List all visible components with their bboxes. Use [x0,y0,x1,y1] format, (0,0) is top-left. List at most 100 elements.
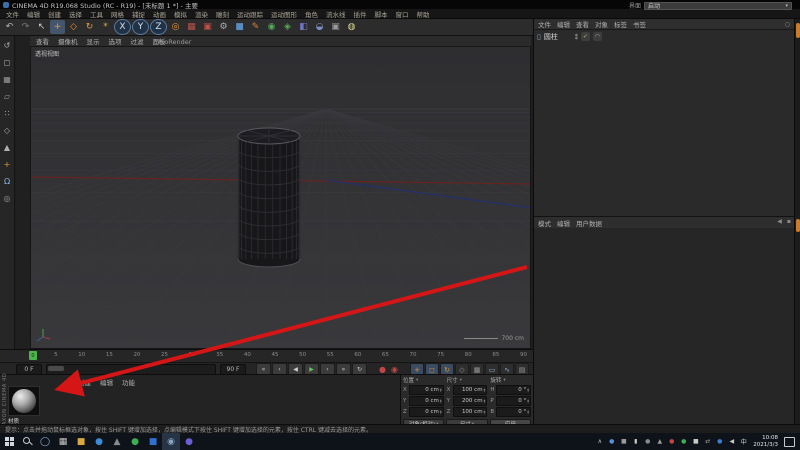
material-item[interactable]: 材质 [8,386,40,425]
task-view-icon[interactable]: ▦ [54,433,72,450]
stepper-icon[interactable]: ▴ ▾ [484,398,486,404]
tray-defender-icon[interactable]: ● [606,433,617,450]
live-selection-tool[interactable]: ↖ [34,20,49,34]
menu-item[interactable]: 流水线 [322,9,350,19]
interface-dropdown[interactable]: 启动 ▾ [644,1,792,10]
lock-y-axis[interactable]: Y [132,19,149,35]
stepper-icon[interactable]: ▴ ▾ [484,387,486,393]
spline-pen-button[interactable]: ✎ [248,20,263,34]
attribute-manager-menu-item[interactable]: 模式 [538,218,551,228]
object-row[interactable]: ▯ 圆柱 ● ● ✓ ◠ [534,30,795,43]
rotate-tool[interactable]: ↻ [82,20,97,34]
attribute-manager-menu-item[interactable]: 编辑 [557,218,570,228]
store-app-icon[interactable]: ■ [144,433,162,450]
prorender-menu-item[interactable]: ProRender [158,38,191,46]
menu-item[interactable]: 选择 [65,9,86,19]
display-check-tag-icon[interactable]: ✓ [580,32,590,41]
tray-cloud-icon[interactable]: ● [642,433,653,450]
menu-item[interactable]: 动画 [149,9,170,19]
menu-item[interactable]: 模拟 [170,9,191,19]
object-manager-menu-item[interactable]: 对象 [595,19,608,29]
menu-item[interactable]: 网格 [107,9,128,19]
menu-item[interactable]: 脚本 [371,9,392,19]
size-header[interactable]: 尺寸 ▾ [447,376,488,385]
view-label[interactable]: 透视视图 [35,49,59,58]
object-manager[interactable]: ▯ 圆柱 ● ● ✓ ◠ [534,30,795,216]
object-manager-menu-item[interactable]: 书签 [633,19,646,29]
timeline-playhead[interactable]: 0 [29,351,37,360]
menu-item[interactable]: 角色 [301,9,322,19]
position-y-field[interactable]: 0 cm ▴ ▾ [409,396,444,406]
stepper-icon[interactable]: ▴ ▾ [527,398,529,404]
size-z-field[interactable]: 100 cm ▴ ▾ [452,407,488,417]
tray-green-icon[interactable]: ● [678,433,689,450]
viewport-menu-item[interactable]: 查看 [36,36,49,46]
tray-ime-icon[interactable]: 中 [738,433,749,450]
tray-mic-icon[interactable]: ▮ [630,433,641,450]
lock-icon[interactable]: ▪ [787,218,791,225]
last-used-tool[interactable]: * [98,20,113,34]
file-explorer-icon[interactable]: ■ [72,433,90,450]
stepper-icon[interactable]: ▴ ▾ [527,387,529,393]
wechat-icon[interactable]: ● [126,433,144,450]
lock-x-axis[interactable]: X [114,19,131,35]
tray-volume-icon[interactable]: ◀ [726,433,737,450]
visibility-dots[interactable]: ● ● [575,33,578,40]
light-button[interactable]: ◍ [344,20,359,34]
viewport-menu-item[interactable]: 选项 [109,36,122,46]
tray-sync-icon[interactable]: ⇄ [702,433,713,450]
move-tool[interactable]: + [50,20,65,34]
menu-item[interactable]: 文件 [2,9,23,19]
object-manager-menu-item[interactable]: 编辑 [557,19,570,29]
render-view-button[interactable]: ▦ [184,20,199,34]
material-menu-item[interactable]: 创建 [78,377,91,387]
render-settings-button[interactable]: ⚙ [216,20,231,34]
edges-mode-button[interactable]: ◇ [1,125,14,137]
menu-item[interactable]: 雕刻 [212,9,233,19]
menu-item[interactable]: 工具 [86,9,107,19]
stepper-icon[interactable]: ▴ ▾ [527,409,529,415]
tray-update-icon[interactable]: ▲ [654,433,665,450]
make-editable-button[interactable]: ↺ [1,40,14,52]
stepper-icon[interactable]: ▴ ▾ [440,409,442,415]
misc-app-icon[interactable]: ● [180,433,198,450]
polygons-mode-button[interactable]: ▲ [1,142,14,154]
attribute-manager-menu-item[interactable]: 用户数据 [576,218,602,228]
enable-snap-button[interactable]: Ω [1,176,14,188]
start-button[interactable] [0,433,18,450]
rotation-h-field[interactable]: 0 ° ▴ ▾ [496,385,532,395]
stepper-icon[interactable]: ▴ ▾ [484,409,486,415]
viewport-menu-item[interactable]: 摄像机 [58,36,78,46]
viewport-menu-item[interactable]: 过滤 [131,36,144,46]
viewport-menu-item[interactable]: 显示 [87,36,100,46]
object-manager-menu-item[interactable]: 查看 [576,19,589,29]
menu-item[interactable]: 帮助 [413,9,434,19]
history-back-icon[interactable]: ◀ [777,218,782,225]
object-manager-menu-item[interactable]: 标签 [614,19,627,29]
rotation-header[interactable]: 旋转 ▾ [490,376,531,385]
menu-item[interactable]: 运动跟踪 [233,9,267,19]
position-header[interactable]: 位置 ▾ [403,376,444,385]
phong-tag-icon[interactable]: ◠ [592,32,602,41]
position-x-field[interactable]: 0 cm ▴ ▾ [409,385,444,395]
tray-display-icon[interactable]: ■ [618,433,629,450]
scale-tool[interactable]: ◇ [66,20,81,34]
texture-mode-button[interactable]: ▦ [1,74,14,86]
menu-item[interactable]: 窗口 [392,9,413,19]
range-slider-handle[interactable] [48,366,64,371]
stepper-icon[interactable]: ▴ ▾ [440,398,442,404]
redo-button[interactable]: ↷ [18,20,33,34]
material-thumbnail[interactable] [8,386,40,416]
stepper-icon[interactable]: ▴ ▾ [440,387,442,393]
taskbar-search-button[interactable] [18,433,36,450]
browser-icon[interactable]: ● [90,433,108,450]
size-y-field[interactable]: 200 cm ▴ ▾ [452,396,488,406]
menu-item[interactable]: 捕捉 [128,9,149,19]
camera-button[interactable]: ▣ [328,20,343,34]
tray-network-icon[interactable]: ● [714,433,725,450]
menu-item[interactable]: 编辑 [23,9,44,19]
tray-chat-icon[interactable]: ■ [690,433,701,450]
primitive-cube-button[interactable]: ■ [232,20,247,34]
menu-item[interactable]: 渲染 [191,9,212,19]
menu-item[interactable]: 插件 [350,9,371,19]
